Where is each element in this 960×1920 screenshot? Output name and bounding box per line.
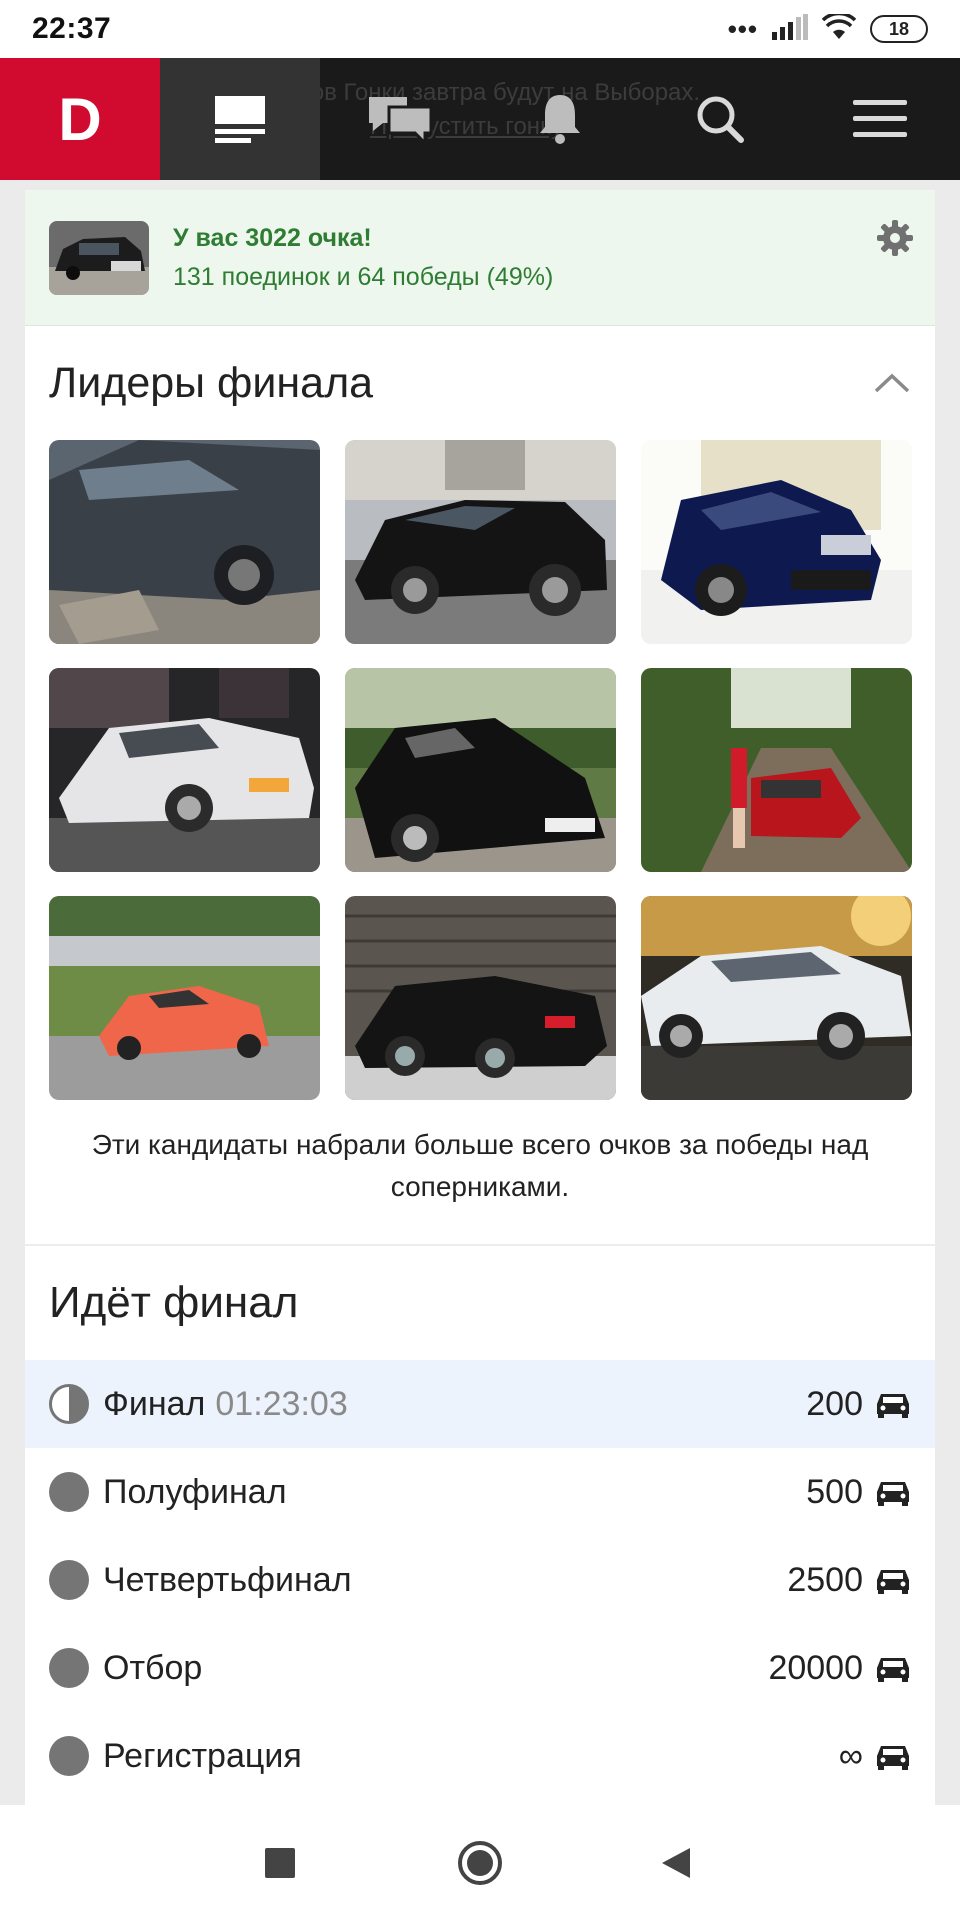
stage-progress-icon <box>49 1384 89 1424</box>
car-icon <box>877 1394 909 1418</box>
status-time: 22:37 <box>32 12 112 45</box>
car-icon <box>877 1570 909 1594</box>
leaders-header[interactable]: Лидеры финала <box>25 326 935 440</box>
stage-row-semifinal[interactable]: Полуфинал 500 <box>25 1448 935 1536</box>
leader-photo[interactable] <box>345 668 616 872</box>
stage-done-icon <box>49 1648 89 1688</box>
chat-icon <box>369 97 433 145</box>
search-button[interactable] <box>640 58 800 180</box>
menu-icon <box>853 100 907 137</box>
settings-button[interactable] <box>877 220 913 261</box>
status-indicators: ••• 18 <box>727 11 928 45</box>
leader-photo[interactable] <box>641 668 912 872</box>
chevron-up-icon[interactable] <box>873 372 911 394</box>
home-icon <box>458 1840 502 1885</box>
stage-row-quarterfinal[interactable]: Четвертьфинал 2500 <box>25 1536 935 1624</box>
logo-button[interactable]: D <box>0 58 160 180</box>
stage-count: 2500 <box>787 1560 863 1599</box>
stage-done-icon <box>49 1472 89 1512</box>
back-icon <box>662 1847 690 1878</box>
stage-row-registration[interactable]: Регистрация ∞ <box>25 1712 935 1800</box>
stage-name: Финал <box>103 1384 206 1423</box>
stage-done-icon <box>49 1736 89 1776</box>
leader-photo[interactable] <box>345 896 616 1100</box>
battery-icon: 18 <box>870 15 928 43</box>
leader-photo[interactable] <box>49 440 320 644</box>
avatar[interactable] <box>49 220 149 295</box>
app-header: тов Гонки завтра будут на Выборах. Пропу… <box>0 58 960 180</box>
leader-photo[interactable] <box>345 440 616 644</box>
gear-icon <box>877 220 913 256</box>
car-icon <box>877 1746 909 1770</box>
recents-button[interactable] <box>220 1805 340 1920</box>
notifications-button[interactable] <box>480 58 640 180</box>
car-icon <box>877 1658 909 1682</box>
final-title: Идёт финал <box>49 1278 299 1327</box>
score-title: У вас 3022 очка! <box>173 223 372 252</box>
feed-button[interactable] <box>160 58 320 180</box>
stage-row-selection[interactable]: Отбор 20000 <box>25 1624 935 1712</box>
leader-photo[interactable] <box>49 896 320 1100</box>
home-button[interactable] <box>420 1805 540 1920</box>
stage-name: Отбор <box>103 1648 203 1687</box>
stage-name: Полуфинал <box>103 1472 287 1511</box>
leaders-grid <box>25 440 935 1100</box>
stop-icon <box>265 1847 295 1878</box>
wifi-icon <box>821 11 857 45</box>
score-subtitle: 131 поединок и 64 победы (49%) <box>173 262 554 291</box>
chat-button[interactable] <box>320 58 480 180</box>
notification-dots-icon: ••• <box>727 13 758 44</box>
back-button[interactable] <box>616 1805 736 1920</box>
stage-count: 20000 <box>768 1648 863 1687</box>
menu-button[interactable] <box>800 58 960 180</box>
stage-count: 200 <box>806 1384 863 1423</box>
stage-name: Четвертьфинал <box>103 1560 352 1599</box>
leader-photo[interactable] <box>641 896 912 1100</box>
bell-icon <box>540 95 580 144</box>
signal-icon <box>772 13 808 45</box>
final-header: Идёт финал <box>25 1246 935 1360</box>
stage-count: 500 <box>806 1472 863 1511</box>
leaders-caption: Эти кандидаты набрали больше всего очков… <box>91 1129 869 1202</box>
car-icon <box>877 1482 909 1506</box>
system-nav-bar <box>0 1805 960 1920</box>
main-content: У вас 3022 очка! 131 поединок и 64 побед… <box>25 190 935 1805</box>
stage-done-icon <box>49 1560 89 1600</box>
feed-icon <box>215 96 265 143</box>
search-icon <box>697 96 744 143</box>
leaders-title: Лидеры финала <box>49 358 374 407</box>
stage-row-final[interactable]: Финал 01:23:03 200 <box>25 1360 935 1448</box>
stage-count: ∞ <box>838 1736 863 1775</box>
stage-timer: 01:23:03 <box>215 1384 348 1423</box>
status-bar: 22:37 ••• 18 <box>0 0 960 58</box>
score-banner: У вас 3022 очка! 131 поединок и 64 побед… <box>25 190 935 326</box>
score-text: У вас 3022 очка! 131 поединок и 64 побед… <box>173 224 553 292</box>
leader-photo[interactable] <box>49 668 320 872</box>
stage-name: Регистрация <box>103 1736 302 1775</box>
leader-photo[interactable] <box>641 440 912 644</box>
stage-list: Финал 01:23:03 200 Полуфинал 500 Четверт… <box>25 1360 935 1800</box>
